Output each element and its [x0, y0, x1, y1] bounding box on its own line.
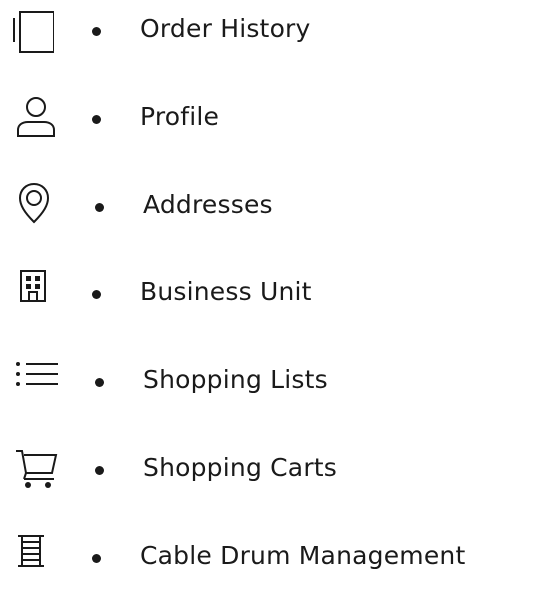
- menu-item-label: Shopping Lists: [143, 365, 328, 394]
- building-icon: [19, 269, 67, 317]
- menu-item-shopping-lists[interactable]: Shopping Lists: [0, 357, 536, 417]
- account-menu: Order History Profile Addresses Business…: [0, 0, 536, 582]
- user-icon: [12, 94, 60, 142]
- menu-item-label: Profile: [140, 102, 220, 131]
- menu-item-label: Business Unit: [140, 277, 312, 306]
- menu-bullet: [95, 378, 104, 387]
- list-icon: [14, 357, 62, 405]
- order-history-icon: [6, 6, 54, 54]
- menu-bullet: [92, 115, 101, 124]
- menu-bullet: [95, 466, 104, 475]
- menu-item-label: Shopping Carts: [143, 453, 338, 482]
- cable-drum-icon: [16, 533, 64, 581]
- menu-item-shopping-carts[interactable]: Shopping Carts: [0, 445, 536, 505]
- menu-bullet: [92, 554, 101, 563]
- menu-item-cable-drum-management[interactable]: Cable Drum Management: [0, 533, 536, 593]
- menu-bullet: [95, 203, 104, 212]
- location-pin-icon: [14, 182, 62, 230]
- cart-icon: [14, 445, 62, 493]
- menu-item-order-history[interactable]: Order History: [0, 6, 536, 66]
- menu-bullet: [92, 290, 101, 299]
- menu-item-addresses[interactable]: Addresses: [0, 182, 536, 242]
- menu-bullet: [92, 27, 101, 36]
- menu-item-profile[interactable]: Profile: [0, 94, 536, 154]
- menu-item-label: Addresses: [143, 190, 273, 219]
- menu-item-label: Order History: [140, 14, 311, 43]
- menu-item-business-unit[interactable]: Business Unit: [0, 269, 536, 329]
- menu-item-label: Cable Drum Management: [140, 541, 466, 570]
